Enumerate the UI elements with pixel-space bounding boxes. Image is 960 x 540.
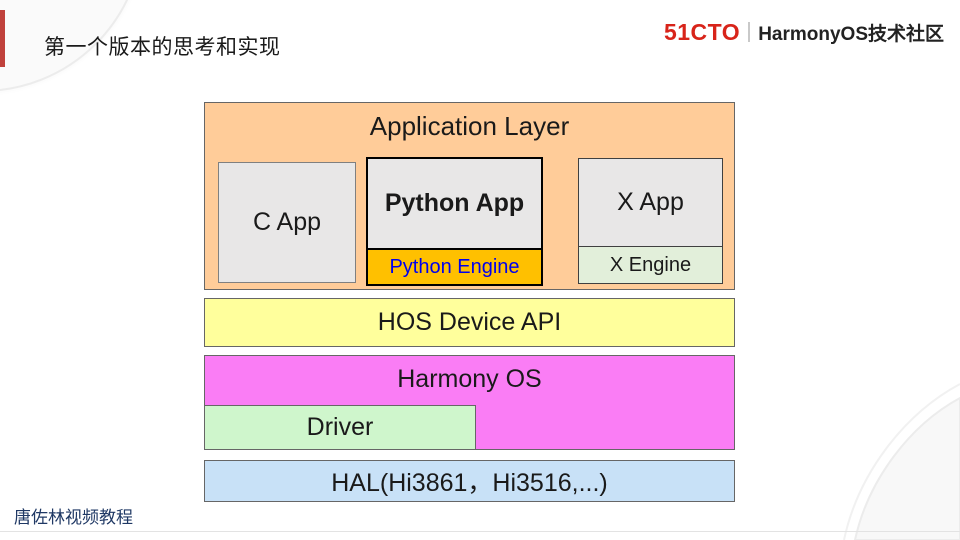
header-logo: 51CTO HarmonyOS技术社区 [664, 19, 944, 45]
python-engine-label: Python Engine [389, 255, 520, 278]
hos-device-api-box: HOS Device API [204, 298, 735, 347]
hal-box: HAL(Hi3861，Hi3516,...) [204, 460, 735, 502]
c-app-label: C App [252, 208, 322, 236]
harmony-os-label: Harmony OS [397, 365, 542, 393]
logo-divider [748, 22, 751, 42]
corner-wave-decoration [843, 383, 960, 540]
bottom-divider [0, 531, 960, 532]
logo-community-name: HarmonyOS技术社区 [758, 23, 944, 45]
logo-51cto: 51CTO [663, 18, 741, 45]
author-watermark: 唐佐林视频教程 [14, 508, 133, 527]
hos-device-api-label: HOS Device API [377, 308, 562, 336]
title-accent-bar [0, 10, 5, 67]
c-app-box: C App [218, 162, 356, 283]
page-title: 第一个版本的思考和实现 [44, 36, 281, 59]
python-engine-box: Python Engine [368, 248, 541, 284]
x-engine-box: X Engine [579, 246, 722, 283]
x-app-label: X App [579, 159, 722, 246]
application-layer-label: Application Layer [369, 111, 570, 141]
slide: 第一个版本的思考和实现 51CTO HarmonyOS技术社区 Applicat… [0, 0, 960, 540]
driver-box: Driver [204, 405, 476, 450]
hal-label: HAL(Hi3861，Hi3516,...) [331, 469, 608, 497]
driver-label: Driver [306, 413, 374, 441]
python-app-box: Python App Python Engine [366, 157, 543, 286]
python-app-label: Python App [368, 159, 541, 248]
x-app-box: X App X Engine [578, 158, 723, 284]
x-engine-label: X Engine [609, 253, 692, 276]
